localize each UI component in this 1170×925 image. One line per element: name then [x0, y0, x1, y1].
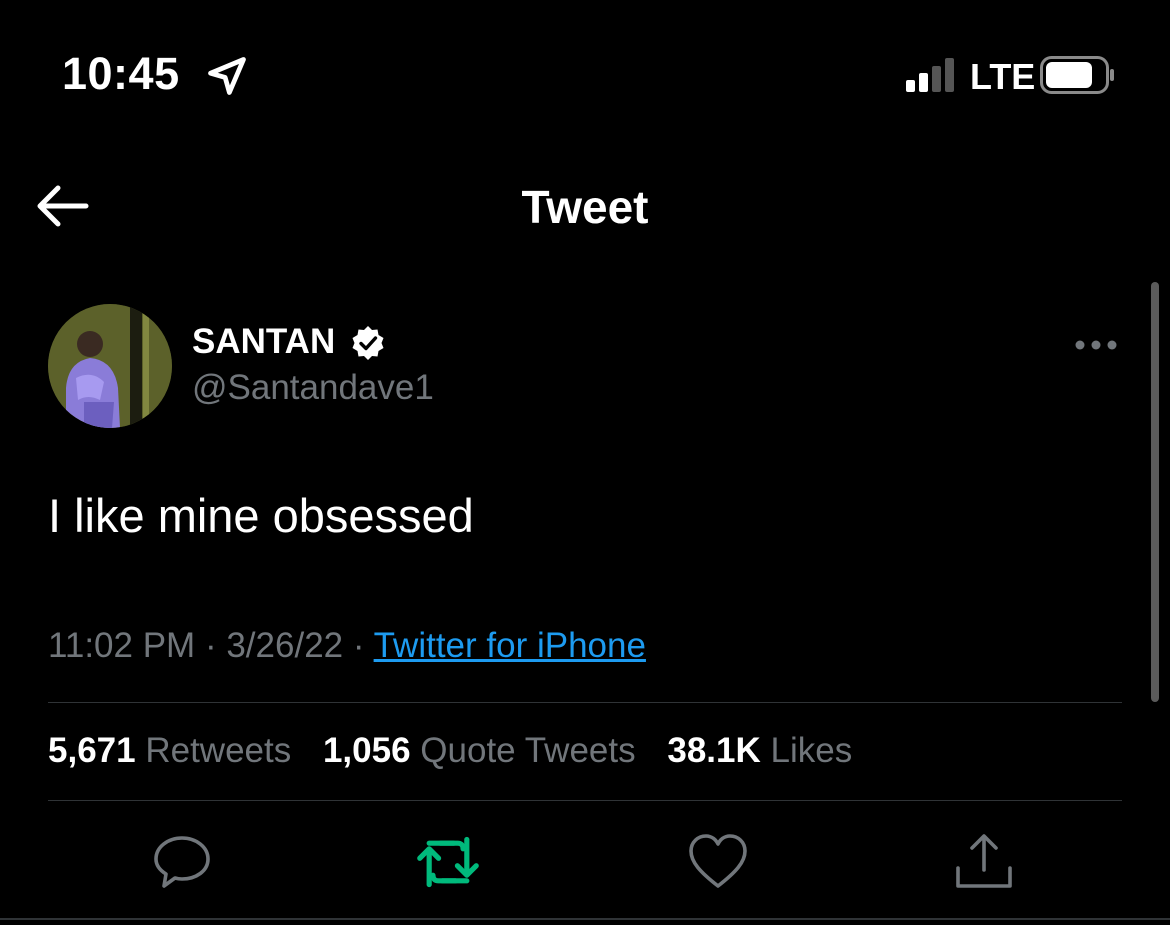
- reply-icon[interactable]: [150, 830, 214, 894]
- location-arrow-icon: [208, 57, 246, 95]
- signal-bars-icon: [906, 58, 954, 92]
- likes-count: 38.1K: [667, 731, 761, 770]
- retweets-label: Retweets: [145, 731, 292, 770]
- tweet-time: 11:02 PM: [48, 626, 196, 665]
- verified-badge-icon: [352, 326, 384, 360]
- page-title: Tweet: [521, 181, 649, 233]
- retweet-icon[interactable]: [416, 830, 480, 894]
- tweet-text: I like mine obsessed: [48, 489, 474, 542]
- share-icon[interactable]: [952, 830, 1016, 894]
- divider: [48, 702, 1122, 703]
- meta-separator: ·: [352, 626, 365, 665]
- battery-icon: [1040, 56, 1114, 94]
- likes-label: Likes: [770, 731, 853, 770]
- divider: [0, 918, 1170, 920]
- meta-separator: ·: [204, 626, 217, 665]
- more-options-icon[interactable]: [1072, 330, 1120, 360]
- author-name[interactable]: SANTAN: [192, 322, 335, 362]
- retweets-count: 5,671: [48, 731, 136, 770]
- status-time: 10:45: [62, 48, 180, 99]
- network-type: LTE: [970, 56, 1036, 97]
- author-handle[interactable]: @Santandave1: [192, 368, 434, 408]
- tweet-stats: 5,671 Retweets 1,056 Quote Tweets 38.1K …: [48, 731, 874, 771]
- quote-tweets-stat[interactable]: 1,056 Quote Tweets: [323, 731, 636, 770]
- tweet-meta: 11:02 PM · 3/26/22 · Twitter for iPhone: [48, 626, 646, 666]
- quote-tweets-label: Quote Tweets: [420, 731, 636, 770]
- tweet-date: 3/26/22: [226, 626, 344, 665]
- retweets-stat[interactable]: 5,671 Retweets: [48, 731, 291, 770]
- divider: [48, 800, 1122, 801]
- tweet-source-link[interactable]: Twitter for iPhone: [374, 626, 646, 665]
- quote-tweets-count: 1,056: [322, 731, 411, 770]
- scrollbar[interactable]: [1151, 282, 1159, 702]
- avatar[interactable]: [48, 304, 172, 428]
- like-icon[interactable]: [686, 830, 750, 894]
- likes-stat[interactable]: 38.1K Likes: [667, 731, 852, 770]
